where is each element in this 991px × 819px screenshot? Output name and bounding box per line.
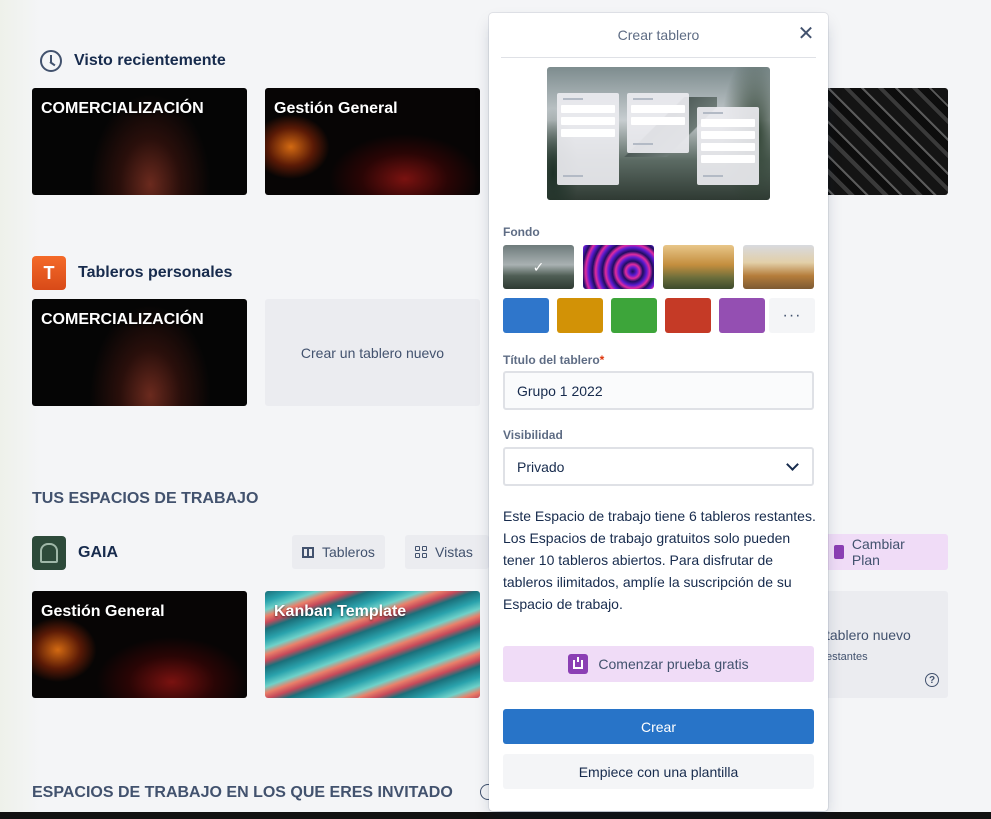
background-option-neon[interactable] — [583, 245, 654, 289]
guest-workspaces-heading: ESPACIOS DE TRABAJO EN LOS QUE ERES INVI… — [32, 784, 453, 801]
create-new-board-tile[interactable]: Crear un tablero nuevo — [265, 299, 480, 406]
color-option-blue[interactable] — [503, 298, 549, 333]
board-tile-gestion-general-recent[interactable]: Gestión General — [265, 88, 480, 195]
board-tile-comercializacion-recent[interactable]: COMERCIALIZACIÓN — [32, 88, 247, 195]
trial-gift-icon — [568, 654, 589, 674]
workspace-gaia-header: GAIA — [32, 536, 118, 570]
workspace-views-button[interactable]: Vistas — [405, 535, 489, 569]
board-tile-comercializacion-personal[interactable]: COMERCIALIZACIÓN — [32, 299, 247, 406]
board-icon — [302, 546, 314, 558]
selected-check-icon: ✓ — [532, 258, 545, 275]
background-option-desert[interactable] — [743, 245, 814, 289]
create-new-board-partial-label: tablero nuevo — [826, 627, 911, 643]
personal-workspace-badge: T — [32, 256, 66, 290]
start-free-trial-label: Comenzar prueba gratis — [598, 656, 749, 672]
color-option-green[interactable] — [611, 298, 657, 333]
remaining-boards-partial-label: estantes — [826, 651, 868, 663]
board-tile-title: Gestión General — [41, 603, 165, 620]
close-icon[interactable]: ✕ — [796, 24, 816, 44]
board-preview — [547, 67, 770, 200]
change-plan-button[interactable]: Cambiar Plan — [822, 534, 948, 570]
recent-section-header: Visto recientemente — [40, 50, 226, 72]
personal-section-header: T Tableros personales — [32, 256, 232, 290]
workspace-boards-button[interactable]: Tableros — [292, 535, 385, 569]
color-option-orange[interactable] — [557, 298, 603, 333]
background-label: Fondo — [503, 225, 540, 239]
help-icon[interactable]: ? — [925, 673, 939, 687]
workspace-boards-label: Tableros — [322, 544, 375, 560]
color-option-purple[interactable] — [719, 298, 765, 333]
create-new-board-label: Crear un tablero nuevo — [300, 344, 445, 361]
board-tile-gestion-general-workspace[interactable]: Gestión General — [32, 591, 247, 698]
workspaces-heading: TUS ESPACIOS DE TRABAJO — [32, 490, 259, 507]
background-option-mountains[interactable]: ✓ — [503, 245, 574, 289]
popover-divider — [501, 57, 816, 58]
create-board-popover: Crear tablero ✕ Fondo ✓ ··· Título del t… — [489, 13, 828, 811]
recent-heading: Visto recientemente — [74, 52, 226, 69]
change-plan-label: Cambiar Plan — [851, 536, 905, 568]
board-title-label: Título del tablero* — [503, 353, 605, 367]
personal-heading: Tableros personales — [78, 264, 233, 281]
board-tile-title: COMERCIALIZACIÓN — [41, 100, 204, 117]
workspace-limit-info: Este Espacio de trabajo tiene 6 tableros… — [503, 508, 816, 612]
chevron-down-icon — [786, 457, 799, 471]
gaia-workspace-logo — [32, 536, 66, 570]
workspace-views-label: Vistas — [435, 544, 473, 560]
bottom-edge — [0, 812, 991, 819]
more-backgrounds-button[interactable]: ··· — [769, 298, 815, 333]
board-tile-title: Kanban Template — [274, 603, 407, 620]
color-option-red[interactable] — [665, 298, 711, 333]
visibility-value: Privado — [517, 458, 565, 475]
grid-icon — [415, 546, 427, 558]
background-option-sunset-valley[interactable] — [663, 245, 734, 289]
clock-icon — [40, 50, 62, 72]
plan-icon — [834, 545, 844, 559]
create-button[interactable]: Crear — [503, 709, 814, 744]
visibility-label: Visibilidad — [503, 428, 563, 442]
board-tile-title: Gestión General — [274, 100, 398, 117]
start-free-trial-button[interactable]: Comenzar prueba gratis — [503, 646, 814, 682]
visibility-select[interactable]: Privado — [503, 447, 814, 486]
board-tile-kanban-template[interactable]: Kanban Template — [265, 591, 480, 698]
board-tile-title: COMERCIALIZACIÓN — [41, 311, 204, 328]
board-title-input[interactable]: Grupo 1 2022 — [503, 371, 814, 410]
start-with-template-button[interactable]: Empiece con una plantilla — [503, 754, 814, 789]
popover-title: Crear tablero — [617, 27, 700, 43]
workspace-name: GAIA — [78, 544, 118, 561]
